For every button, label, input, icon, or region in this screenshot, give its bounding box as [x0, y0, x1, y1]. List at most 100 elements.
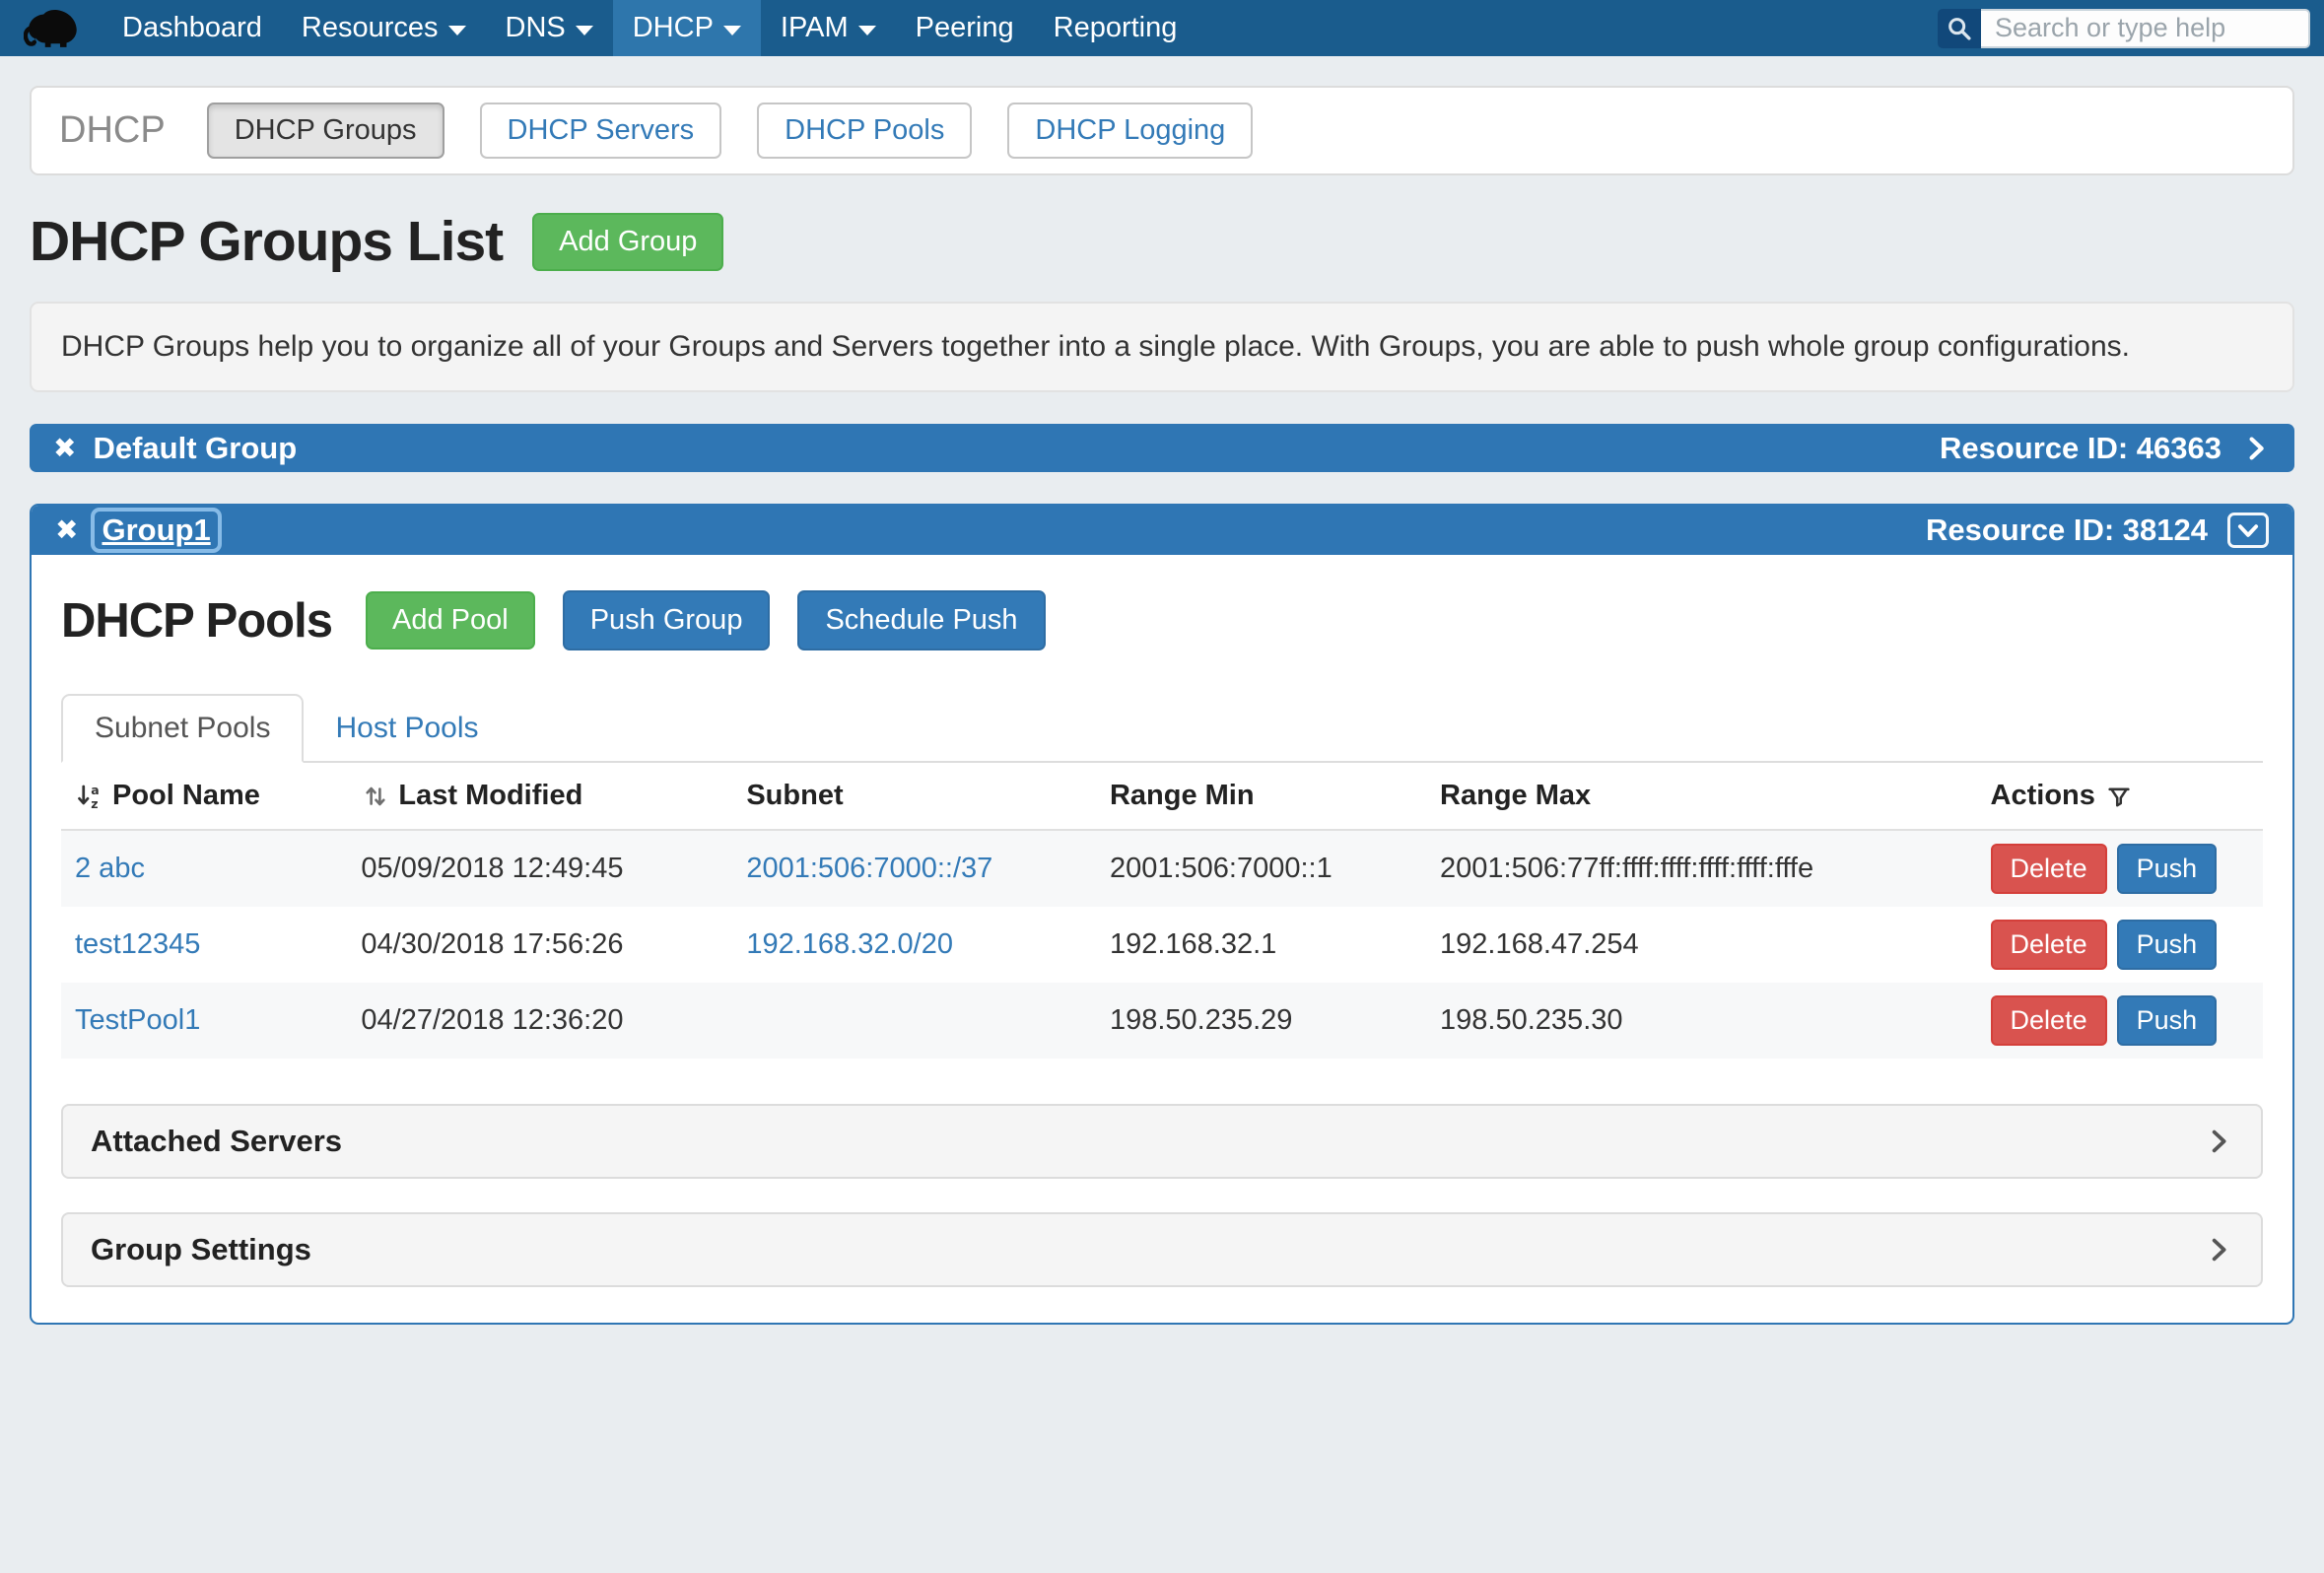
nav-dhcp[interactable]: DHCP [613, 0, 761, 56]
caret-down-icon [576, 26, 593, 35]
group-header-right: Resource ID: 38124 [1926, 513, 2269, 548]
table-row: test12345 04/30/2018 17:56:26 192.168.32… [61, 907, 2263, 983]
description-box: DHCP Groups help you to organize all of … [30, 302, 2294, 392]
nav-label: Reporting [1054, 12, 1178, 44]
section-label: DHCP [59, 109, 166, 152]
range-min-cell: 2001:506:7000::1 [1096, 830, 1426, 907]
nav-label: Peering [916, 12, 1014, 44]
chevron-right-icon [2204, 1235, 2233, 1265]
search-input[interactable] [1981, 9, 2310, 48]
push-button[interactable]: Push [2117, 844, 2218, 894]
nav-label: Dashboard [122, 12, 262, 44]
tab-dhcp-pools[interactable]: DHCP Pools [757, 103, 972, 159]
last-modified-cell: 04/30/2018 17:56:26 [347, 907, 732, 983]
page-header: DHCP Groups List Add Group [30, 209, 2294, 274]
attached-servers-label: Attached Servers [91, 1124, 342, 1159]
group-settings-section[interactable]: Group Settings [61, 1212, 2263, 1287]
nav-dashboard[interactable]: Dashboard [103, 0, 282, 56]
range-max-cell: 198.50.235.30 [1426, 983, 1977, 1059]
tab-dhcp-servers[interactable]: DHCP Servers [480, 103, 722, 159]
subnet-link[interactable]: 192.168.32.0/20 [746, 928, 953, 960]
caret-down-icon [448, 26, 466, 35]
search-icon [1946, 15, 1973, 42]
group-header-group1[interactable]: ✖ Group1 Resource ID: 38124 [32, 506, 2292, 555]
nav-label: Resources [302, 12, 439, 44]
col-range-min: Range Min [1096, 763, 1426, 830]
nav-dns[interactable]: DNS [486, 0, 613, 56]
svg-text:z: z [91, 796, 98, 811]
section-tab-bar: DHCP DHCP Groups DHCP Servers DHCP Pools… [30, 86, 2294, 175]
push-button[interactable]: Push [2117, 920, 2218, 970]
col-actions: Actions [1977, 763, 2263, 830]
pool-name-link[interactable]: test12345 [75, 928, 200, 960]
add-pool-button[interactable]: Add Pool [366, 591, 535, 650]
col-subnet: Subnet [732, 763, 1096, 830]
resource-id: Resource ID: 38124 [1926, 513, 2208, 548]
pool-name-link[interactable]: 2 abc [75, 853, 145, 884]
pools-table: a z Pool Name Last Modified Subnet Range… [61, 763, 2263, 1059]
expand-chevron[interactable] [2204, 1127, 2233, 1156]
chevron-right-icon[interactable] [2241, 434, 2271, 463]
schedule-push-button[interactable]: Schedule Push [797, 590, 1045, 650]
pool-tabs: Subnet Pools Host Pools [61, 694, 2263, 763]
pools-title: DHCP Pools [61, 593, 332, 649]
last-modified-cell: 04/27/2018 12:36:20 [347, 983, 732, 1059]
filter-icon[interactable] [2105, 784, 2133, 811]
group-settings-label: Group Settings [91, 1232, 311, 1267]
page-title: DHCP Groups List [30, 209, 503, 274]
nav-label: IPAM [781, 12, 849, 44]
group-panel-body: DHCP Pools Add Pool Push Group Schedule … [32, 555, 2292, 1323]
delete-button[interactable]: Delete [1991, 920, 2107, 970]
sort-both-icon [361, 782, 390, 811]
tab-host-pools[interactable]: Host Pools [304, 696, 510, 761]
col-last-modified[interactable]: Last Modified [347, 763, 732, 830]
tab-subnet-pools[interactable]: Subnet Pools [61, 694, 304, 763]
range-min-cell: 198.50.235.29 [1096, 983, 1426, 1059]
table-header-row: a z Pool Name Last Modified Subnet Range… [61, 763, 2263, 830]
nav-label: DHCP [633, 12, 714, 44]
col-pool-name[interactable]: a z Pool Name [61, 763, 347, 830]
actions-cell: DeletePush [1977, 983, 2263, 1059]
col-range-max: Range Max [1426, 763, 1977, 830]
group-header-default-group[interactable]: ✖ Default Group Resource ID: 46363 [30, 424, 2294, 472]
remove-group-icon[interactable]: ✖ [53, 435, 76, 462]
range-min-cell: 192.168.32.1 [1096, 907, 1426, 983]
caret-down-icon [723, 26, 741, 35]
group-header-right: Resource ID: 46363 [1940, 431, 2271, 466]
app-logo[interactable] [0, 0, 103, 56]
range-max-cell: 192.168.47.254 [1426, 907, 1977, 983]
delete-button[interactable]: Delete [1991, 844, 2107, 894]
search-button[interactable] [1938, 9, 1981, 48]
expand-chevron[interactable] [2204, 1235, 2233, 1265]
group-name-link[interactable]: Group1 [95, 512, 217, 549]
chevron-down-icon [2234, 517, 2262, 543]
chevron-right-icon [2204, 1127, 2233, 1156]
table-row: 2 abc 05/09/2018 12:49:45 2001:506:7000:… [61, 830, 2263, 907]
nav-reporting[interactable]: Reporting [1034, 0, 1197, 56]
nav-resources[interactable]: Resources [282, 0, 486, 56]
nav-label: DNS [506, 12, 566, 44]
attached-servers-section[interactable]: Attached Servers [61, 1104, 2263, 1179]
last-modified-cell: 05/09/2018 12:49:45 [347, 830, 732, 907]
tab-dhcp-groups[interactable]: DHCP Groups [207, 103, 444, 159]
navbar-search [1938, 0, 2324, 56]
actions-cell: DeletePush [1977, 907, 2263, 983]
nav-ipam[interactable]: IPAM [761, 0, 896, 56]
add-group-button[interactable]: Add Group [532, 213, 723, 271]
delete-button[interactable]: Delete [1991, 995, 2107, 1046]
description-text: DHCP Groups help you to organize all of … [61, 330, 2130, 363]
collapse-toggle[interactable] [2227, 513, 2269, 548]
remove-group-icon[interactable]: ✖ [55, 516, 78, 544]
sort-alpha-down-icon: a z [75, 782, 104, 811]
caret-down-icon [858, 26, 876, 35]
subnet-link[interactable]: 2001:506:7000::/37 [746, 853, 992, 884]
group-name: Default Group [93, 431, 297, 466]
pool-name-link[interactable]: TestPool1 [75, 1004, 200, 1036]
tab-dhcp-logging[interactable]: DHCP Logging [1007, 103, 1253, 159]
table-row: TestPool1 04/27/2018 12:36:20 198.50.235… [61, 983, 2263, 1059]
actions-cell: DeletePush [1977, 830, 2263, 907]
push-button[interactable]: Push [2117, 995, 2218, 1046]
nav-peering[interactable]: Peering [896, 0, 1034, 56]
pools-header: DHCP Pools Add Pool Push Group Schedule … [61, 590, 2263, 650]
push-group-button[interactable]: Push Group [563, 590, 771, 650]
